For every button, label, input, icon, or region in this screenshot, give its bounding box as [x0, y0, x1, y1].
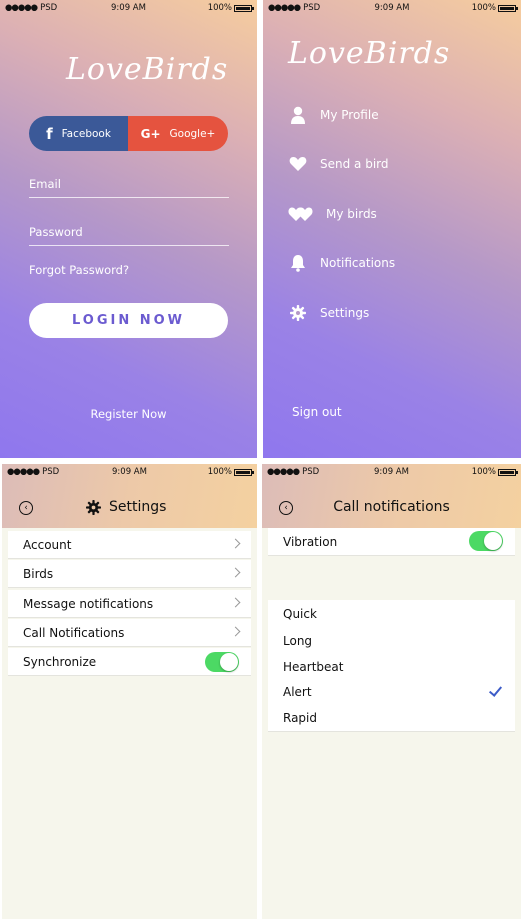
battery-icon — [234, 4, 254, 12]
settings-row-account[interactable]: Account — [8, 531, 251, 559]
checkmark-icon — [488, 683, 503, 697]
register-link[interactable]: Register Now — [0, 407, 257, 421]
menu-screen: ●●●●● PSD 9:09 AM 100% LoveBirds My Profi… — [263, 0, 521, 458]
chevron-right-icon — [230, 538, 241, 549]
gear-icon — [288, 303, 308, 323]
bell-icon — [288, 253, 308, 273]
vibration-row: Vibration — [268, 528, 515, 556]
settings-row-synchronize: Synchronize — [8, 648, 251, 676]
settings-row-message-notifications[interactable]: Message notifications — [8, 590, 251, 618]
login-button[interactable]: LOGIN NOW — [29, 303, 228, 338]
synchronize-toggle[interactable] — [205, 652, 239, 672]
battery-icon — [498, 468, 518, 476]
gear-icon — [86, 500, 101, 519]
battery-icon — [234, 468, 254, 476]
option-row-quick[interactable]: Quick — [268, 600, 515, 628]
menu-item-notifications[interactable]: Notifications — [288, 253, 395, 273]
email-input[interactable] — [29, 177, 229, 191]
google-plus-icon: G+ — [140, 126, 161, 141]
menu-item-my-birds[interactable]: My birds — [288, 204, 377, 224]
app-logo: LoveBirds — [66, 52, 229, 87]
menu-item-settings[interactable]: Settings — [288, 303, 369, 323]
password-field — [29, 225, 229, 246]
app-logo: LoveBirds — [288, 36, 451, 71]
settings-screen: ●●●●● PSD 9:09 AM 100% ‹ Settings Account… — [2, 464, 257, 919]
sign-out-link[interactable]: Sign out — [292, 405, 342, 419]
facebook-button[interactable]: f Facebook — [29, 116, 128, 151]
option-row-heartbeat[interactable]: Heartbeat — [268, 653, 515, 681]
battery-indicator: 100% — [472, 467, 518, 477]
back-button[interactable]: ‹ — [19, 501, 33, 515]
password-input[interactable] — [29, 225, 229, 239]
option-row-long[interactable]: Long — [268, 627, 515, 655]
option-row-alert[interactable]: Alert — [268, 678, 515, 706]
battery-icon — [498, 4, 518, 12]
battery-indicator: 100% — [208, 3, 254, 13]
header-bar: ●●●●● PSD 9:09 AM 100% ‹ Call notificatio… — [262, 464, 521, 528]
menu-item-send-a-bird[interactable]: Send a bird — [288, 154, 389, 174]
status-bar: ●●●●● PSD 9:09 AM 100% — [263, 0, 521, 17]
status-bar: ●●●●● PSD 9:09 AM 100% — [0, 0, 257, 17]
vibration-toggle[interactable] — [469, 531, 503, 551]
heart-icon — [288, 154, 308, 174]
facebook-icon: f — [46, 124, 53, 143]
status-bar: ●●●●● PSD 9:09 AM 100% — [2, 464, 257, 481]
login-screen: ●●●●● PSD 9:09 AM 100% LoveBirds f Facebo… — [0, 0, 257, 458]
chevron-right-icon — [230, 597, 241, 608]
google-plus-button[interactable]: G+ Google+ — [128, 116, 228, 151]
page-title: Call notifications — [333, 499, 450, 515]
chevron-left-icon: ‹ — [24, 502, 28, 513]
page-title: Settings — [109, 499, 167, 515]
user-icon — [288, 105, 308, 125]
option-row-rapid[interactable]: Rapid — [268, 704, 515, 732]
forgot-password-link[interactable]: Forgot Password? — [29, 263, 129, 277]
social-login-group: f Facebook G+ Google+ — [29, 116, 228, 151]
chevron-right-icon — [230, 567, 241, 578]
menu-item-my-profile[interactable]: My Profile — [288, 105, 379, 125]
chevron-right-icon — [230, 626, 241, 637]
status-bar: ●●●●● PSD 9:09 AM 100% — [262, 464, 521, 481]
double-heart-icon — [288, 204, 314, 224]
header-bar: ●●●●● PSD 9:09 AM 100% ‹ Settings — [2, 464, 257, 528]
battery-indicator: 100% — [208, 467, 254, 477]
call-notifications-screen: ●●●●● PSD 9:09 AM 100% ‹ Call notificatio… — [262, 464, 521, 919]
settings-row-birds[interactable]: Birds — [8, 560, 251, 588]
battery-indicator: 100% — [472, 3, 518, 13]
settings-row-call-notifications[interactable]: Call Notifications — [8, 619, 251, 647]
email-field — [29, 177, 229, 198]
